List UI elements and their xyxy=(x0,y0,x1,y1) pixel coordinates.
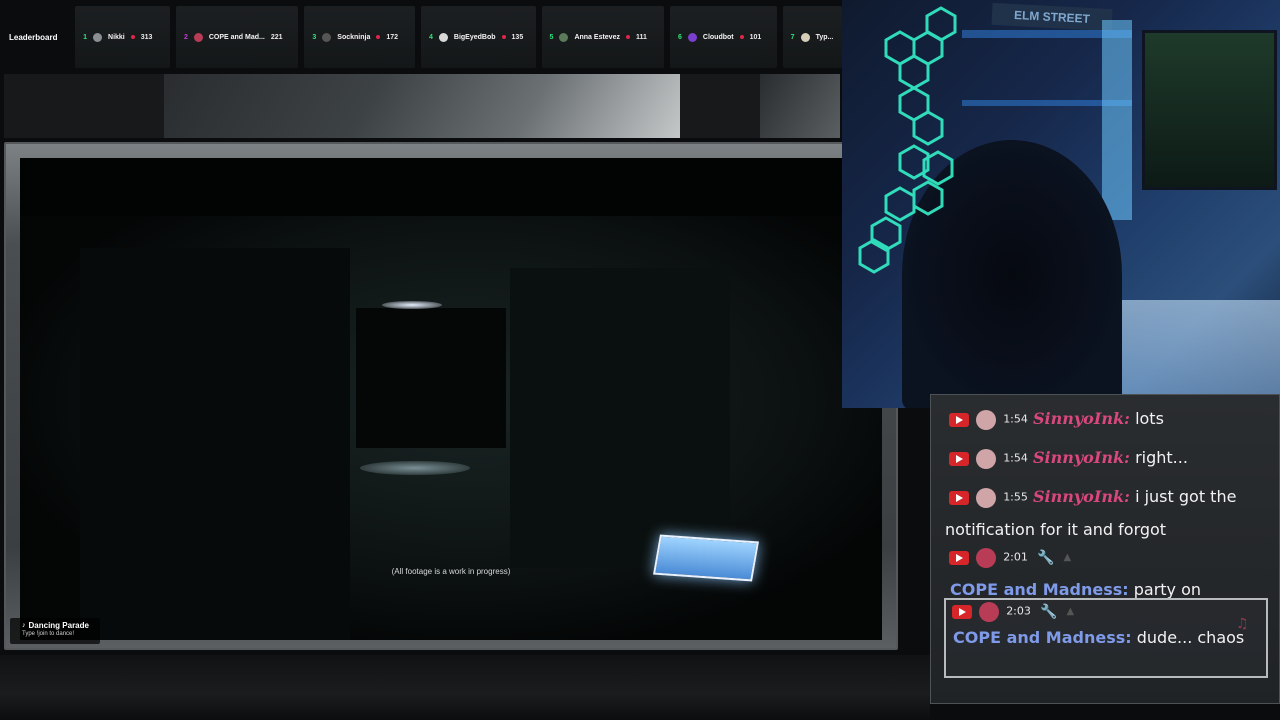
leaderboard-name: Anna Estevez xyxy=(574,33,620,41)
chat-text: dude... chaos xyxy=(1136,627,1245,647)
leaderboard-bar: Leaderboard 1 Nikki 313 2 COPE and Mad..… xyxy=(0,6,842,68)
chat-username: SinnyoInk: xyxy=(1032,487,1130,506)
chat-username: SinnyoInk: xyxy=(1032,409,1130,428)
leaderboard-rank: 1 xyxy=(83,33,88,41)
leaderboard-rank: 5 xyxy=(549,33,554,41)
leaderboard-rank: 7 xyxy=(790,33,795,41)
leaderboard-score: 101 xyxy=(749,33,762,41)
avatar xyxy=(687,32,697,42)
bottom-band xyxy=(0,655,930,720)
leaderboard-name: Sockninja xyxy=(337,33,371,41)
live-dot-icon xyxy=(739,35,744,39)
leaderboard-rank: 4 xyxy=(429,33,433,41)
leaderboard-entry: 4 BigEyedBob 135 xyxy=(421,6,536,68)
leaderboard-name: Typ... xyxy=(815,33,834,41)
leaderboard-score: 221 xyxy=(270,33,283,41)
chat-message: 1:54 SinnyoInk: right... xyxy=(945,442,1265,475)
dancing-parade-title: Dancing Parade xyxy=(28,621,89,630)
wrench-icon: 🔧 xyxy=(1039,603,1058,620)
leaderboard-rank: 3 xyxy=(312,33,317,41)
leaderboard-score: 172 xyxy=(386,33,399,41)
avatar xyxy=(800,32,810,42)
leaderboard-rank: 2 xyxy=(183,33,188,41)
avatar xyxy=(322,32,332,42)
game-doorway xyxy=(356,308,506,448)
dancing-parade-title-row: ♪ Dancing Parade xyxy=(22,621,100,630)
leaderboard-name: COPE and Mad... xyxy=(208,33,265,41)
leaderboard-entry: 1 Nikki 313 xyxy=(75,6,170,68)
shelf-light xyxy=(1102,20,1132,220)
avatar xyxy=(976,547,997,568)
avatar xyxy=(976,487,997,508)
live-dot-icon xyxy=(130,35,135,39)
leaderboard-name: BigEyedBob xyxy=(453,33,496,41)
moderator-badge-icon: ▲ xyxy=(1063,551,1072,563)
forest-pane xyxy=(760,74,840,138)
live-dot-icon xyxy=(501,35,506,39)
chat-timestamp: 1:55 xyxy=(1003,490,1028,504)
dancer-icon: ♪ xyxy=(22,622,26,629)
chat-message: 2:01 🔧 ▲ COPE and Madness: party on xyxy=(945,541,1265,606)
leaderboard-score: 111 xyxy=(635,33,647,41)
chat-message: 1:54 SinnyoInk: lots xyxy=(945,403,1265,436)
forest-banner xyxy=(4,74,840,138)
chat-text: right... xyxy=(1135,448,1188,467)
avatar xyxy=(93,32,103,42)
avatar xyxy=(438,32,448,42)
moderator-badge-icon: ▲ xyxy=(1066,605,1075,617)
chat-text: lots xyxy=(1135,409,1164,428)
live-dot-icon xyxy=(625,35,630,39)
neon-cubes-decoration xyxy=(858,6,957,274)
live-dot-icon xyxy=(376,35,381,39)
leaderboard-entry: 6 Cloudbot 101 xyxy=(669,6,777,68)
leaderboard-score: 135 xyxy=(511,33,524,41)
youtube-icon xyxy=(949,550,969,565)
chat-username: COPE and Madness: xyxy=(953,627,1132,647)
chat-message: 2:03 🔧 ▲ COPE and Madness: dude... chaos xyxy=(948,598,1248,651)
chat-timestamp: 1:54 xyxy=(1003,412,1028,426)
leaderboard-entry: 5 Anna Estevez 111 xyxy=(541,6,664,68)
leaderboard-rank: 6 xyxy=(677,33,682,41)
avatar xyxy=(559,32,569,42)
youtube-icon xyxy=(949,412,969,427)
music-note-icon: ♫ xyxy=(1236,616,1249,632)
chat-username: COPE and Madness: xyxy=(950,579,1129,599)
leaderboard-entry: 2 COPE and Mad... 221 xyxy=(175,6,299,68)
forest-pane xyxy=(164,74,680,138)
dancing-parade-widget: ♪ Dancing Parade Type !join to dance! xyxy=(10,618,100,644)
leaderboard-entry: 3 Sockninja 172 xyxy=(304,6,415,68)
chat-text: party on xyxy=(1133,579,1202,599)
game-wall xyxy=(80,248,350,640)
footage-caption: (All footage is a work in progress) xyxy=(391,567,511,576)
chat-timestamp: 1:54 xyxy=(1003,451,1028,465)
youtube-icon xyxy=(949,451,969,466)
game-ceiling-light xyxy=(382,301,442,309)
avatar xyxy=(193,32,203,42)
leaderboard-name: Cloudbot xyxy=(702,33,734,41)
leaderboard-score: 313 xyxy=(140,33,153,41)
avatar xyxy=(976,448,997,469)
chat-timestamp: 2:01 xyxy=(1003,550,1028,564)
chat-username: SinnyoInk: xyxy=(1032,448,1130,467)
wrench-icon: 🔧 xyxy=(1036,549,1055,566)
game-view: (All footage is a work in progress) xyxy=(20,158,882,640)
leaderboard-name: Nikki xyxy=(108,33,125,41)
window xyxy=(1142,30,1277,190)
game-floor-glow xyxy=(360,461,470,475)
game-ceiling xyxy=(20,158,882,216)
leaderboard-title: Leaderboard xyxy=(9,32,58,42)
avatar xyxy=(976,409,997,430)
street-sign: ELM STREET xyxy=(991,2,1113,32)
chat-message: 1:55 SinnyoInk: i just got the notificat… xyxy=(945,481,1265,546)
youtube-icon xyxy=(949,490,969,505)
dancing-parade-subtitle: Type !join to dance! xyxy=(22,631,75,637)
chat-timestamp: 2:03 xyxy=(1006,604,1031,618)
game-cabinet xyxy=(510,268,730,568)
leaderboard-entry: 7 Typ... xyxy=(782,6,842,68)
avatar xyxy=(979,601,1000,622)
youtube-icon xyxy=(952,604,972,619)
